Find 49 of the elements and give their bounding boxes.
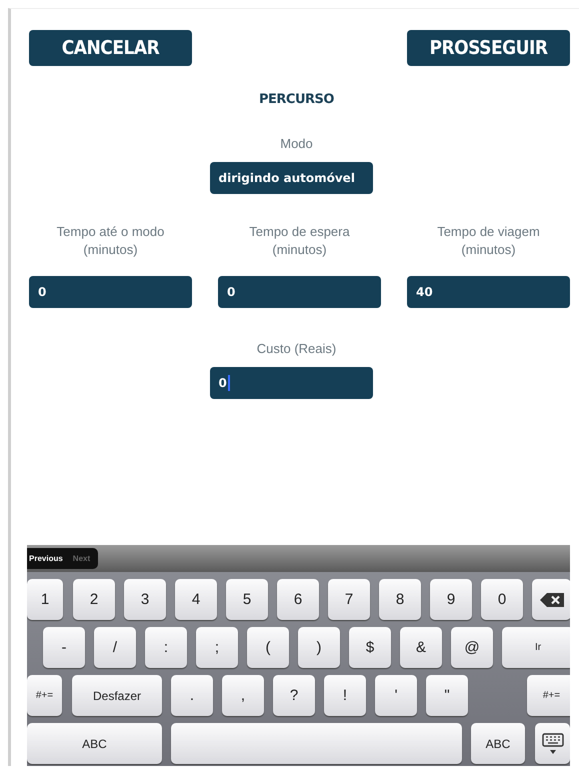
keyboard-key[interactable]: 1 — [27, 579, 63, 620]
hide-keyboard-key[interactable] — [535, 723, 570, 764]
keyboard-icon — [542, 732, 564, 754]
field-label: Custo (Reais) — [256, 341, 338, 356]
field-label: Tempo de espera (minutos) — [249, 223, 350, 259]
action-button[interactable]: PROSSEGUIR — [407, 30, 570, 66]
field-label: Tempo até o modo (minutos) — [56, 223, 164, 259]
field-label: Modo — [279, 136, 314, 151]
keyboard-key[interactable]: 7 — [328, 579, 370, 620]
keyboard-key[interactable]: - — [43, 627, 85, 668]
keyboard-key[interactable]: $ — [349, 627, 391, 668]
keyboard-key[interactable]: #+= — [527, 675, 570, 716]
keyboard-key[interactable]: 4 — [175, 579, 217, 620]
action-button[interactable]: CANCELAR — [29, 30, 192, 66]
keyboard-key[interactable]: ; — [196, 627, 238, 668]
keyboard-key[interactable]: ! — [324, 675, 366, 716]
keyboard-key[interactable]: #+= — [27, 675, 62, 716]
keyboard-key[interactable]: . — [171, 675, 213, 716]
toolbar-button[interactable]: Previous — [27, 548, 71, 569]
input-field[interactable]: 0 — [218, 276, 381, 308]
keyboard-key[interactable]: 5 — [226, 579, 268, 620]
keyboard-key[interactable]: 0 — [481, 579, 523, 620]
keyboard-key[interactable]: Ir — [502, 627, 570, 668]
section-title: PERCURSO — [258, 92, 335, 107]
keyboard-key[interactable]: 3 — [124, 579, 166, 620]
keyboard-key[interactable]: 8 — [379, 579, 421, 620]
keyboard-key[interactable]: : — [145, 627, 187, 668]
backspace-key[interactable] — [532, 579, 570, 620]
mode-select[interactable]: dirigindo automóvel — [210, 162, 372, 194]
keyboard-key[interactable]: ? — [273, 675, 315, 716]
keyboard-key[interactable]: & — [400, 627, 442, 668]
backspace-icon — [540, 592, 564, 606]
input-field[interactable]: 0 — [210, 367, 372, 399]
keyboard-key[interactable]: / — [94, 627, 136, 668]
keyboard-key[interactable]: , — [222, 675, 264, 716]
keyboard-key[interactable]: ABC — [471, 723, 525, 764]
keyboard-key[interactable]: Desfazer — [72, 675, 162, 716]
keyboard-key[interactable]: ) — [298, 627, 340, 668]
keyboard-key[interactable]: ( — [247, 627, 289, 668]
keyboard-key[interactable]: @ — [451, 627, 493, 668]
keyboard-key[interactable]: 9 — [430, 579, 472, 620]
input-field[interactable]: 40 — [407, 276, 570, 308]
keyboard-key[interactable]: 6 — [277, 579, 319, 620]
keyboard-key[interactable]: ABC — [27, 723, 162, 764]
keyboard-key[interactable]: ' — [375, 675, 417, 716]
keyboard-key[interactable]: " — [426, 675, 468, 716]
keyboard-key[interactable]: 2 — [73, 579, 115, 620]
input-field[interactable]: 0 — [29, 276, 192, 308]
field-label: Tempo de viagem (minutos) — [437, 223, 540, 259]
